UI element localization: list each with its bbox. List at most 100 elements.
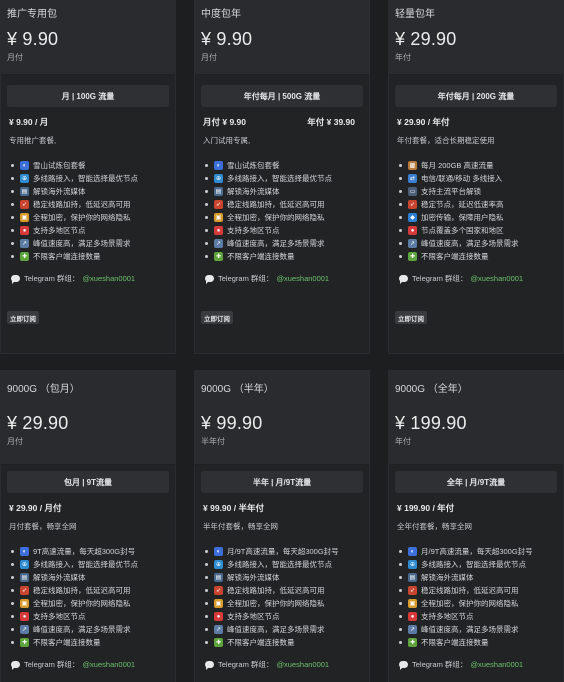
plan-price: ¥ 9.90: [201, 29, 253, 49]
telegram-group: Telegram 群组： @xueshan0001: [7, 272, 169, 284]
plan-tab[interactable]: 包月 | 9T流量: [7, 471, 169, 493]
telegram-handle-link[interactable]: @xueshan0001: [82, 660, 135, 669]
puzzle-icon: ✚: [214, 638, 223, 647]
feature-item: ✚ 不限客户端连接数量: [399, 636, 557, 649]
chart-icon: ↗: [20, 625, 29, 634]
globe-icon: ◐: [214, 161, 223, 170]
chart-icon: ↗: [214, 239, 223, 248]
rocket-icon: ➶: [408, 586, 417, 595]
telegram-handle-link[interactable]: @xueshan0001: [276, 660, 329, 669]
plan-name: 9000G （半年）: [201, 384, 274, 395]
feature-item: ▩ 每月 200GB 高速流量: [399, 159, 557, 172]
puzzle-icon: ✚: [214, 252, 223, 261]
pin-icon: ●: [408, 612, 417, 621]
feature-list: ◐ 雪山试炼包套餐 ⊕ 多线路接入，智能选择最优节点 ▤ 解锁海外流媒体 ➶ 稳定线路加…: [7, 159, 169, 263]
plan-price: ¥ 29.90: [395, 29, 457, 49]
feature-list: ▩ 每月 200GB 高速流量 ⇄ 电信/联通/移动 多线接入 ▭ 支持主流平台解锁 …: [395, 159, 557, 263]
feature-item: ⊕ 多线路接入，智能选择最优节点: [399, 558, 557, 571]
plan-period: 半年付: [201, 437, 225, 446]
plan-description: 年付套餐，适合长期稳定使用: [397, 136, 495, 145]
feature-item: ✚ 不限客户端连接数量: [205, 636, 363, 649]
pin-icon: ●: [408, 226, 417, 235]
subscribe-button[interactable]: 立即订阅: [395, 311, 427, 324]
plan-card-9000g-monthly: 9000G （包月） ¥ 29.90 月付 包月 | 9T流量 ¥ 29.90 …: [0, 370, 176, 682]
price-line: ¥ 29.90 / 月付: [9, 503, 62, 513]
lock-icon: ▣: [408, 599, 417, 608]
subscribe-button[interactable]: 立即订阅: [201, 311, 233, 324]
lock-icon: ▣: [20, 213, 29, 222]
network-icon: ⊕: [20, 174, 29, 183]
plan-period: 年付: [395, 53, 411, 62]
price-line: ¥ 199.90 / 年付: [397, 503, 455, 513]
puzzle-icon: ✚: [20, 252, 29, 261]
feature-item: ▤ 解锁海外流媒体: [11, 185, 169, 198]
plan-name: 轻量包年: [395, 9, 435, 20]
plan-period: 月付: [7, 53, 23, 62]
globe-icon: ◐: [20, 161, 29, 170]
feature-item: ● 支持多地区节点: [399, 610, 557, 623]
feature-item: ✚ 不限客户端连接数量: [11, 636, 169, 649]
film-icon: ▤: [408, 573, 417, 582]
plan-tab[interactable]: 年付每月 | 200G 流量: [395, 85, 557, 107]
chat-bubble-icon: [205, 660, 214, 670]
plan-tab[interactable]: 月 | 100G 流量: [7, 85, 169, 107]
telegram-group: Telegram 群组： @xueshan0001: [201, 272, 363, 284]
subscribe-button[interactable]: 立即订阅: [7, 311, 39, 324]
feature-item: ⊕ 多线路接入，智能选择最优节点: [11, 172, 169, 185]
puzzle-icon: ✚: [408, 252, 417, 261]
plan-tab[interactable]: 全年 | 月/9T流量: [395, 471, 557, 493]
feature-item: ➶ 稳定线路加持，低延迟高可用: [205, 198, 363, 211]
lock-icon: ▣: [214, 599, 223, 608]
plan-price: ¥ 9.90: [7, 29, 59, 49]
feature-item: ● 支持多地区节点: [205, 610, 363, 623]
rocket-icon: ➶: [408, 200, 417, 209]
rocket-icon: ➶: [20, 200, 29, 209]
feature-item: ↗ 峰值速度高，满足多场景需求: [205, 237, 363, 250]
feature-list: ◐ 雪山试炼包套餐 ⊕ 多线路接入，智能选择最优节点 ▤ 解锁海外流媒体 ➶ 稳定线路加…: [201, 159, 363, 263]
price-line: ¥ 29.90 / 年付: [397, 117, 450, 127]
feature-item: ▣ 全程加密，保护你的网络隐私: [11, 597, 169, 610]
feature-item: ⊕ 多线路接入，智能选择最优节点: [205, 172, 363, 185]
telegram-group: Telegram 群组： @xueshan0001: [201, 658, 363, 670]
price-line: ¥ 99.90 / 半年付: [203, 503, 264, 513]
plan-name: 推广专用包: [7, 9, 57, 20]
telegram-handle-link[interactable]: @xueshan0001: [82, 274, 135, 283]
feature-item: ▤ 解锁海外流媒体: [205, 185, 363, 198]
pin-icon: ●: [20, 612, 29, 621]
chat-bubble-icon: [11, 274, 20, 284]
rocket-icon: ➶: [214, 586, 223, 595]
film-icon: ▤: [214, 573, 223, 582]
plan-card-medium: 中度包年 ¥ 9.90 月付 年付每月 | 500G 流量 月付 ¥ 9.90 年…: [194, 0, 370, 354]
feature-item: ✚ 不限客户端连接数量: [11, 250, 169, 263]
plan-card-9000g-half-year: 9000G （半年） ¥ 99.90 半年付 半年 | 月/9T流量 ¥ 99.…: [194, 370, 370, 682]
globe-icon: ◐: [20, 547, 29, 556]
feature-item: ⊕ 多线路接入，智能选择最优节点: [11, 558, 169, 571]
feature-item: ▣ 全程加密，保护你的网络隐私: [205, 597, 363, 610]
feature-item: ↗ 峰值速度高，满足多场景需求: [11, 623, 169, 636]
feature-item: ▣ 全程加密，保护你的网络隐私: [11, 211, 169, 224]
chat-bubble-icon: [399, 274, 408, 284]
plan-tab[interactable]: 半年 | 月/9T流量: [201, 471, 363, 493]
plan-tab[interactable]: 年付每月 | 500G 流量: [201, 85, 363, 107]
plan-price: ¥ 199.90: [395, 413, 467, 433]
feature-item: ◐ 月/9T高速流量，每天超300G封号: [205, 545, 363, 558]
film-icon: ▤: [20, 187, 29, 196]
feature-item: ▤ 解锁海外流媒体: [399, 571, 557, 584]
chat-bubble-icon: [205, 274, 214, 284]
plan-price: ¥ 29.90: [7, 413, 69, 433]
plan-name: 9000G （包月）: [7, 384, 80, 395]
telegram-handle-link[interactable]: @xueshan0001: [470, 660, 523, 669]
puzzle-icon: ✚: [20, 638, 29, 647]
plan-period: 月付: [201, 53, 217, 62]
arrows-icon: ⇄: [408, 174, 417, 183]
plan-description: 全年付套餐，畅享全网: [397, 522, 472, 531]
telegram-handle-link[interactable]: @xueshan0001: [470, 274, 523, 283]
plan-description: 半年付套餐，畅享全网: [203, 522, 278, 531]
telegram-handle-link[interactable]: @xueshan0001: [276, 274, 329, 283]
film-icon: ▤: [214, 187, 223, 196]
plan-card-light: 轻量包年 ¥ 29.90 年付 年付每月 | 200G 流量 ¥ 29.90 /…: [388, 0, 564, 354]
feature-list: ◐ 月/9T高速流量，每天超300G封号 ⊕ 多线路接入，智能选择最优节点 ▤ 解锁海…: [201, 545, 363, 649]
feature-item: ↗ 峰值速度高，满足多场景需求: [11, 237, 169, 250]
tv-icon: ▭: [408, 187, 417, 196]
feature-item: ◐ 雪山试炼包套餐: [205, 159, 363, 172]
